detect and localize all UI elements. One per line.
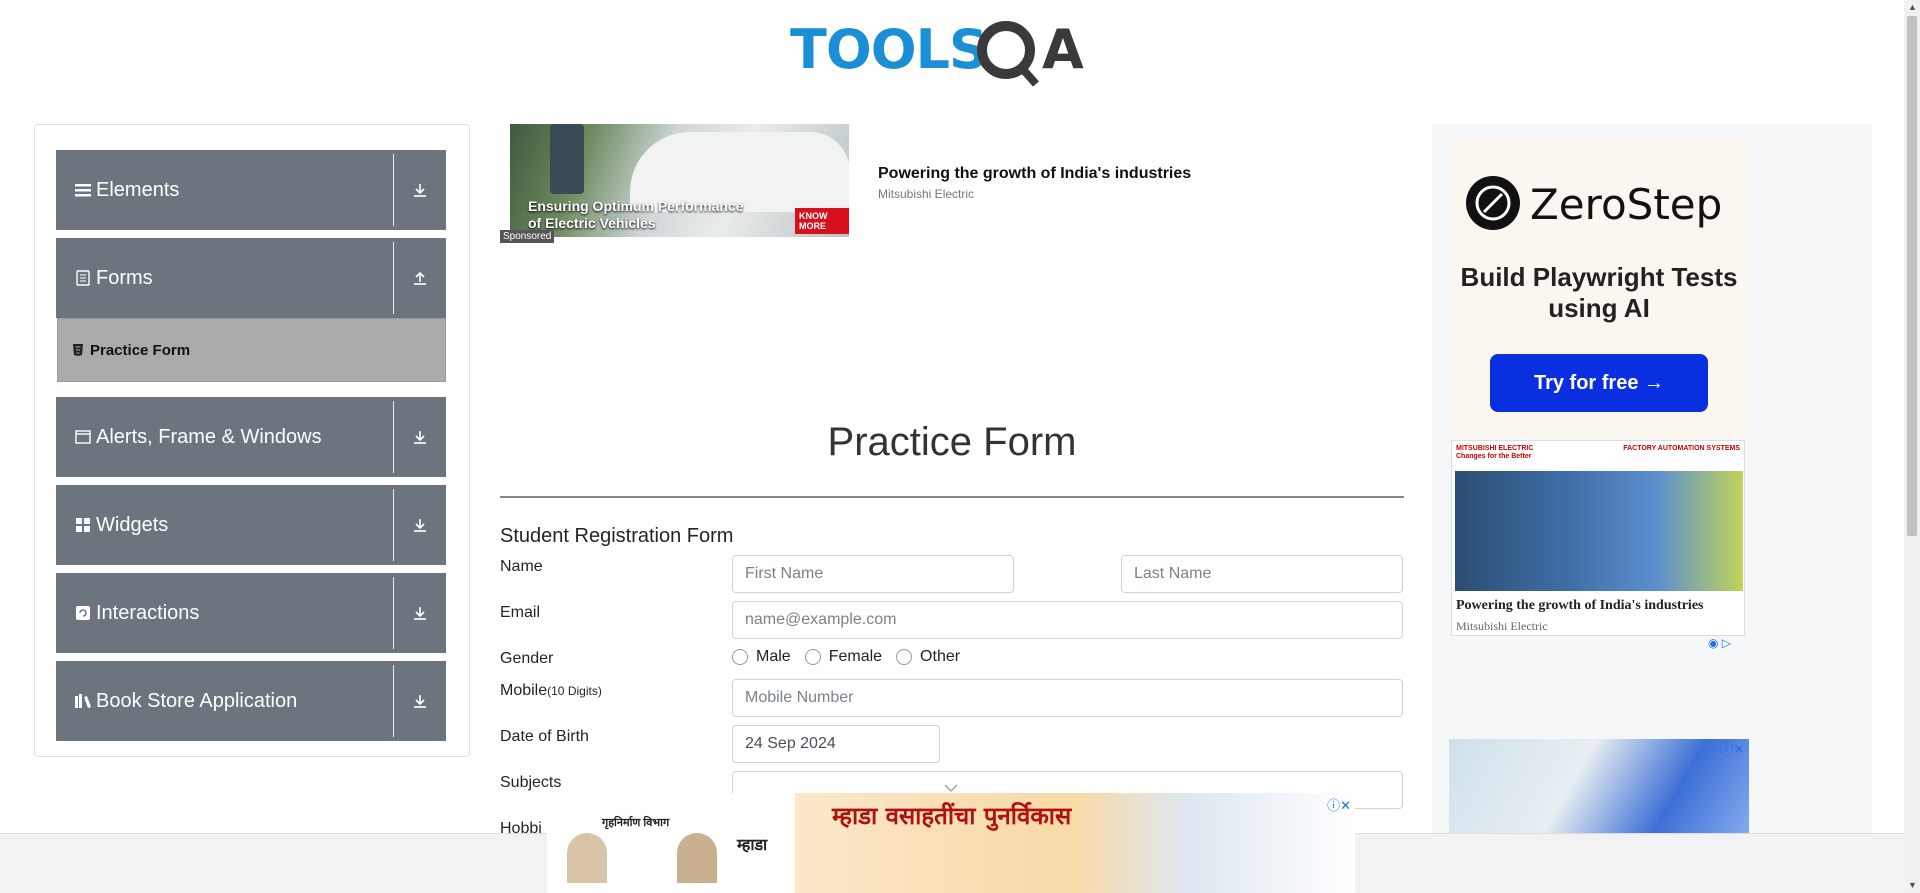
ev-charger-graphic [550, 124, 584, 194]
sidebar-group-alerts[interactable]: Alerts, Frame & Windows [56, 397, 446, 477]
svg-text:TOOLS: TOOLS [790, 18, 987, 81]
document-icon [74, 269, 92, 287]
divider [393, 242, 394, 314]
sidebar-group-forms[interactable]: Forms [56, 238, 446, 318]
subjects-label: Subjects [500, 774, 562, 791]
mitsubishi-logo: MITSUBISHI ELECTRIC Changes for the Bett… [1456, 445, 1533, 461]
expand-arrow-icon[interactable] [394, 693, 446, 709]
divider [393, 665, 394, 737]
ad-caption: Ensuring Optimum Performance of Electric… [528, 198, 744, 231]
refresh-icon [74, 604, 92, 622]
divider [393, 154, 394, 226]
ad-brand: Mitsubishi Electric [1456, 619, 1548, 633]
ad-brand: Mitsubishi Electric [878, 187, 975, 201]
sidebar-item-practice-form[interactable]: Practice Form [57, 318, 446, 382]
zerostep-name: ZeroStep [1530, 180, 1723, 229]
hamburger-icon [74, 181, 92, 199]
expand-arrow-icon[interactable] [394, 605, 446, 621]
svg-text:A: A [1042, 18, 1084, 81]
divider [393, 401, 394, 473]
scrollbar-thumb[interactable] [1907, 16, 1917, 536]
last-name-input[interactable] [1121, 555, 1403, 593]
gender-radio-group: Male Female Other [732, 648, 974, 666]
window-icon [74, 428, 92, 446]
expand-arrow-icon[interactable] [394, 182, 446, 198]
ad-title-link[interactable]: Powering the growth of India's industrie… [878, 165, 1191, 183]
sponsored-ad-banner[interactable]: Ensuring Optimum Performance of Electric… [500, 124, 850, 244]
mobile-label-text: Mobile [500, 682, 548, 699]
collapse-arrow-icon[interactable] [394, 270, 446, 286]
know-more-button[interactable]: KNOW MORE [795, 208, 849, 234]
mobile-hint: (10 Digits) [547, 684, 602, 698]
first-name-input[interactable] [732, 555, 1014, 593]
government-ad-panel: गृहनिर्माण विभाग म्हाडा [547, 793, 795, 893]
sidebar-group-widgets[interactable]: Widgets [56, 485, 446, 565]
grid-icon [74, 516, 92, 534]
sidebar-group-label: Book Store Application [96, 689, 298, 712]
sidebar-item-label: Practice Form [90, 341, 191, 359]
divider [393, 489, 394, 561]
bottom-sticky-ad[interactable]: गृहनिर्माण विभाग म्हाडा म्हाडा वसाहतींचा… [547, 793, 1355, 893]
sidebar-group-book-store[interactable]: Book Store Application [56, 661, 446, 741]
sidebar-group-label: Alerts, Frame & Windows [96, 425, 322, 448]
sidebar-panel: Elements Forms Practice Form Alerts, Fra… [34, 124, 470, 757]
sidebar-group-interactions[interactable]: Interactions [56, 573, 446, 653]
ad-image [1455, 471, 1743, 591]
close-icon[interactable]: ⓘ✕ [1327, 795, 1351, 814]
expand-arrow-icon[interactable] [394, 517, 446, 533]
dob-label: Date of Birth [500, 728, 589, 745]
gender-option-label[interactable]: Female [829, 648, 882, 666]
gender-female-radio[interactable] [804, 649, 821, 665]
scroll-up-icon[interactable]: ▲ [1908, 2, 1917, 12]
department-label: गृहनिर्माण विभाग [602, 817, 670, 829]
mhada-label: म्हाडा [737, 837, 768, 854]
gender-label: Gender [500, 650, 554, 667]
mitsubishi-slogan: Changes for the Better [1456, 453, 1532, 460]
date-of-birth-input[interactable] [732, 725, 940, 763]
portrait-image [677, 833, 717, 883]
gender-option-label[interactable]: Male [756, 648, 791, 666]
expand-arrow-icon[interactable] [394, 429, 446, 445]
mobile-label: Mobile(10 Digits) [500, 682, 602, 700]
ad-image: Ensuring Optimum Performance of Electric… [510, 124, 849, 237]
scroll-down-icon[interactable]: ▼ [1908, 880, 1917, 890]
sidebar-group-label: Elements [96, 178, 180, 201]
try-for-free-button[interactable]: Try for free → [1490, 354, 1708, 412]
ad-title: Powering the growth of India's industrie… [1456, 598, 1704, 613]
factory-automation-label: FACTORY AUTOMATION SYSTEMS [1623, 445, 1740, 452]
zerostep-logo-icon [1466, 176, 1520, 230]
adchoices-icon[interactable]: ◉ ▷ [1708, 636, 1731, 650]
toolsqa-logo[interactable]: TOOLS A [790, 12, 1120, 92]
sidebar-group-label: Interactions [96, 601, 200, 624]
mitsubishi-logo-text: MITSUBISHI ELECTRIC [1456, 445, 1534, 452]
name-label: Name [500, 558, 543, 575]
zerostep-tagline: Build Playwright Tests using AI [1460, 262, 1738, 323]
gender-other-radio[interactable] [896, 649, 913, 665]
page-title: Practice Form [827, 420, 1077, 464]
books-icon [74, 692, 92, 710]
mitsubishi-ad[interactable]: MITSUBISHI ELECTRIC Changes for the Bett… [1451, 440, 1745, 636]
gender-male-radio[interactable] [732, 649, 748, 665]
sponsored-label: Sponsored [500, 230, 555, 243]
email-input[interactable] [732, 601, 1403, 639]
form-heading: Student Registration Form [500, 525, 734, 547]
gender-option-label[interactable]: Other [920, 648, 960, 666]
close-icon[interactable]: ⓘ✕ [1719, 739, 1745, 759]
ad-headline: म्हाडा वसाहतींचा पुनर्विकास [832, 802, 1072, 830]
sidebar-group-label: Widgets [96, 513, 169, 536]
zerostep-ad[interactable]: ZeroStep Build Playwright Tests using AI… [1450, 138, 1748, 438]
html-icon [72, 343, 84, 357]
title-divider [500, 496, 1404, 498]
sidebar-group-label: Forms [96, 266, 153, 289]
divider [393, 577, 394, 649]
portrait-image [567, 833, 607, 883]
email-label: Email [500, 604, 541, 621]
mobile-input[interactable] [732, 679, 1403, 717]
sidebar-group-elements[interactable]: Elements [56, 150, 446, 230]
